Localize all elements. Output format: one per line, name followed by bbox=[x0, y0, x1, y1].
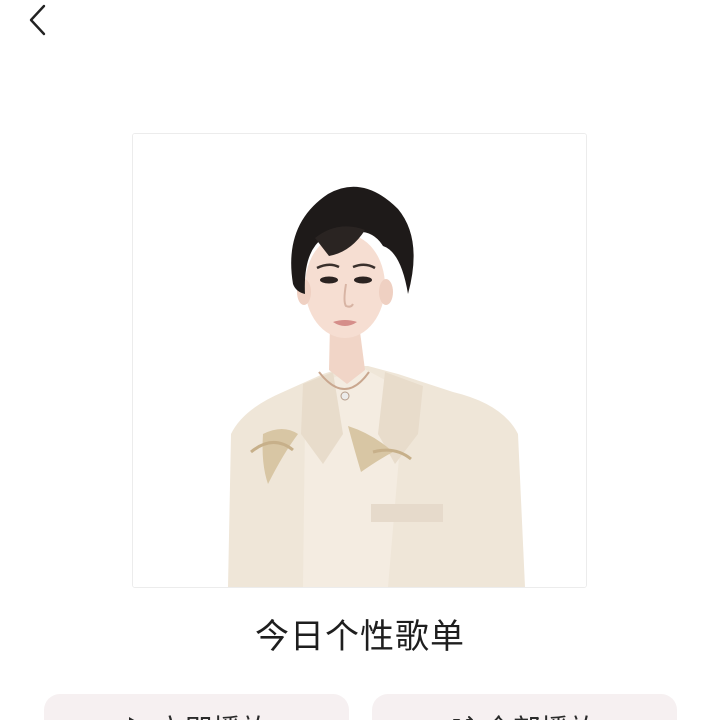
playlist-title: 今日个性歌单 bbox=[255, 617, 465, 657]
playlist-screen: 今日个性歌单 立即播放 全部播放 bbox=[0, 0, 720, 720]
chevron-left-icon bbox=[29, 4, 46, 36]
shuffle-play-label: 全部播放 bbox=[484, 708, 596, 720]
play-all-label: 立即播放 bbox=[156, 708, 268, 720]
playlist-cover bbox=[132, 133, 587, 588]
shuffle-play-button[interactable]: 全部播放 bbox=[372, 694, 677, 720]
play-all-button[interactable]: 立即播放 bbox=[44, 694, 349, 720]
shuffle-icon bbox=[453, 716, 474, 720]
cover-portrait-image bbox=[133, 134, 586, 587]
play-icon bbox=[129, 717, 135, 720]
back-button[interactable] bbox=[18, 0, 58, 40]
